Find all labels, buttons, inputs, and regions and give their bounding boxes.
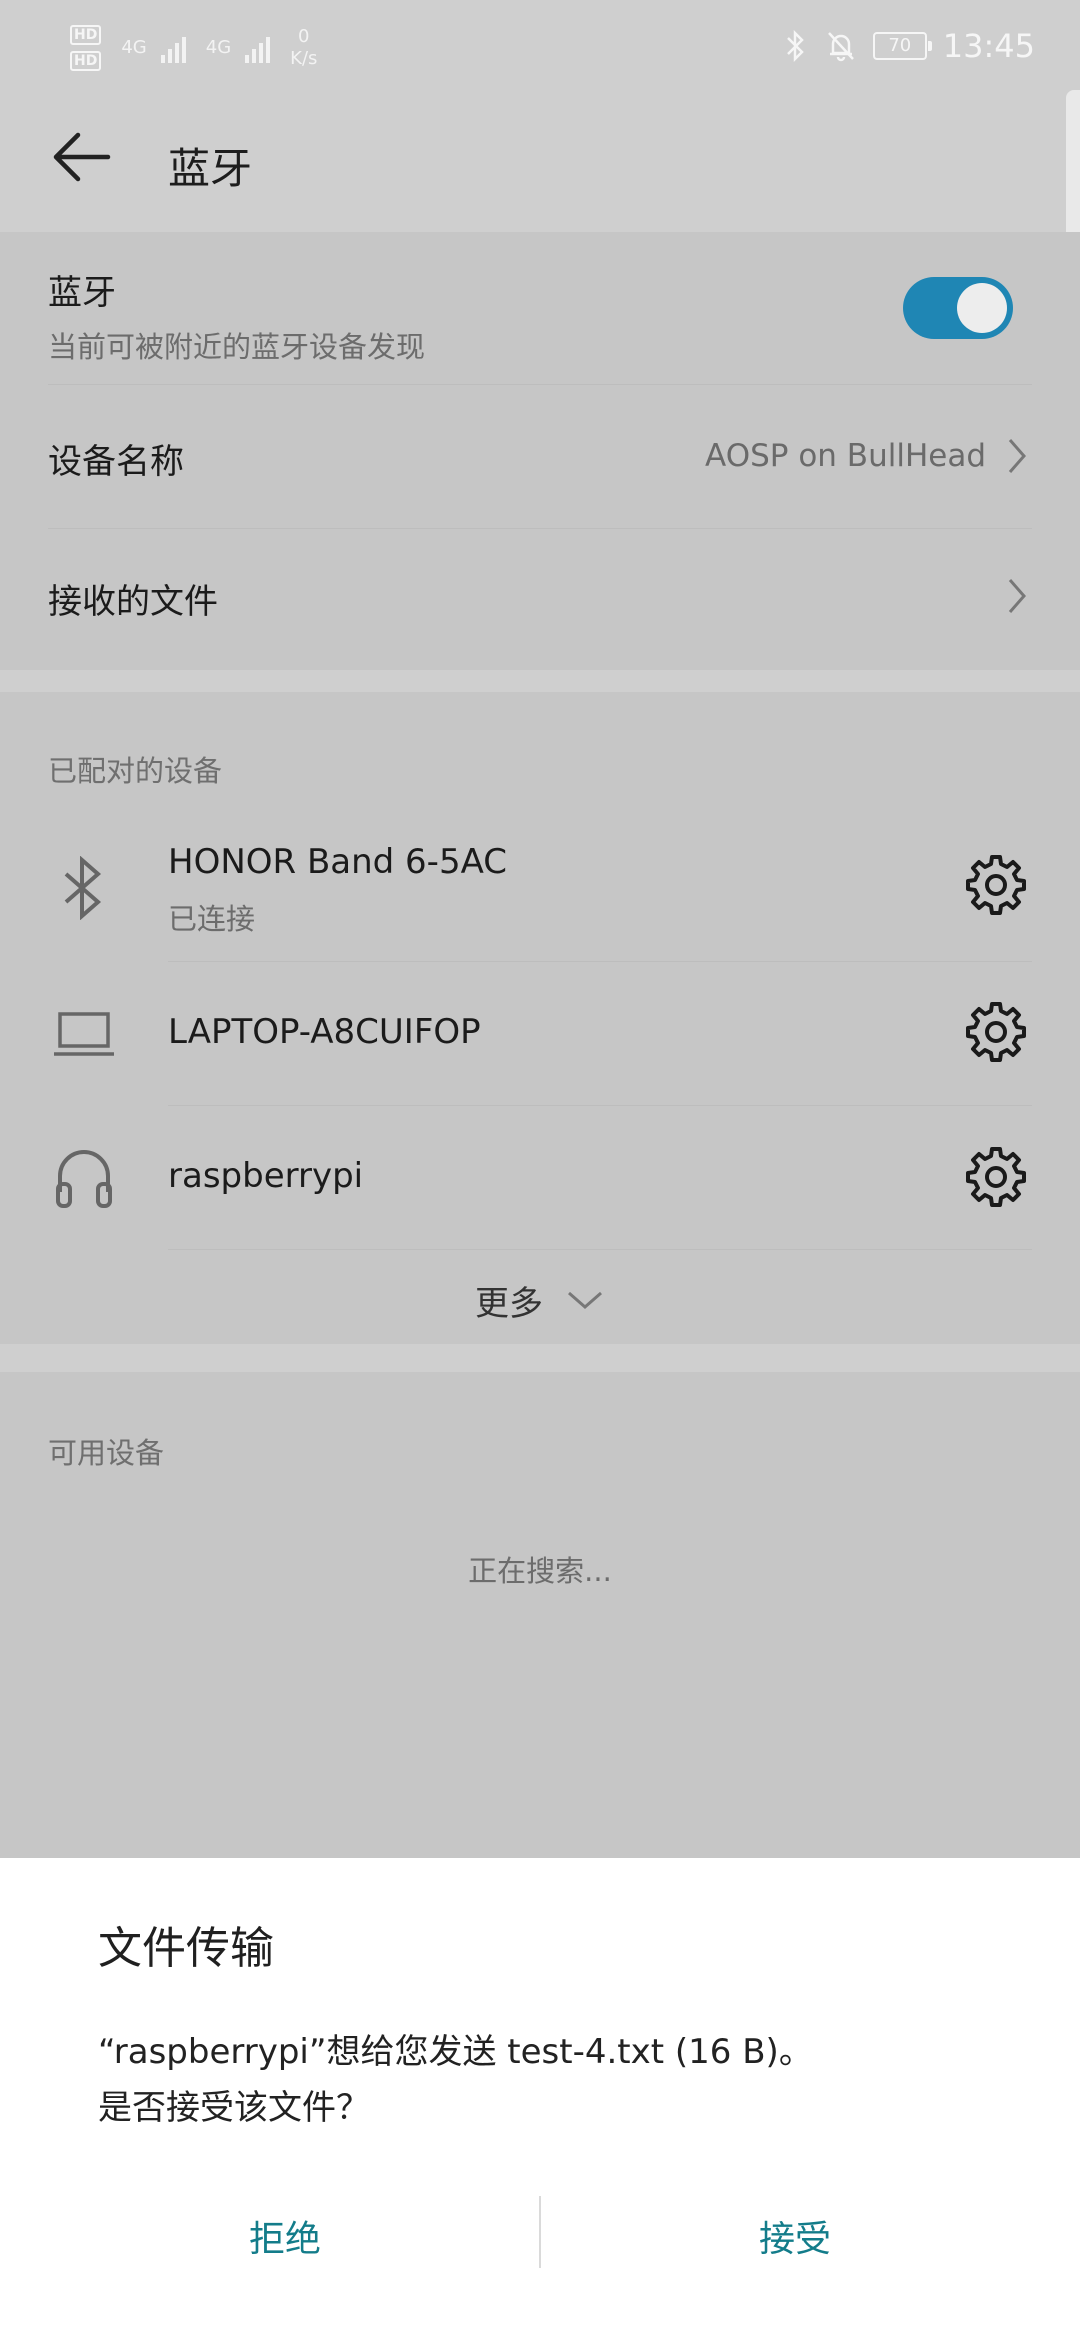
reject-button[interactable]: 拒绝 (130, 2200, 440, 2280)
network-type-2: 4G (205, 37, 232, 58)
more-button[interactable]: 更多 (440, 1270, 640, 1330)
bluetooth-title: 蓝牙 (48, 273, 116, 313)
gear-icon[interactable] (963, 999, 1029, 1065)
chevron-down-icon (568, 1291, 602, 1309)
paired-device-row[interactable]: raspberrypi (0, 1106, 1080, 1250)
device-name-value: AOSP on BullHead (705, 438, 986, 474)
received-files-label: 接收的文件 (48, 582, 218, 622)
network-speed-value: 0 (298, 26, 310, 47)
back-button[interactable] (50, 125, 114, 189)
status-left: HD HD 4G 4G 0 K/s (70, 18, 317, 78)
available-section-title: 可用设备 (48, 1436, 165, 1470)
dialog-message: “raspberrypi”想给您发送 test-4.txt (16 B)。 是否… (98, 2024, 998, 2136)
gear-icon[interactable] (963, 1144, 1029, 1210)
network-type-1: 4G (121, 37, 147, 58)
clock: 13:45 (942, 27, 1035, 65)
chevron-right-icon (1008, 439, 1026, 473)
received-files-row[interactable]: 接收的文件 (48, 534, 1032, 664)
divider (168, 1249, 1032, 1250)
battery-icon: 70 (872, 32, 932, 60)
gear-icon[interactable] (963, 852, 1029, 918)
divider (48, 528, 1032, 529)
mute-icon (827, 32, 854, 62)
network-speed: 0 K/s (290, 26, 317, 70)
laptop-icon (54, 1012, 114, 1056)
hd-icon: HD (70, 51, 102, 71)
network-speed-unit: K/s (290, 48, 318, 69)
hd-icon: HD (70, 25, 102, 45)
status-right: 70 13:45 (783, 20, 1035, 72)
headset-icon (56, 1150, 112, 1208)
paired-device-row[interactable]: LAPTOP-A8CUIFOP (0, 962, 1080, 1106)
hd-indicators: HD HD (70, 25, 102, 71)
searching-status: 正在搜索... (468, 1554, 612, 1588)
back-arrow-icon (53, 132, 111, 182)
dialog-title: 文件传输 (98, 1923, 274, 1974)
signal-icon (245, 33, 271, 63)
chevron-right-icon (1008, 579, 1026, 613)
device-name: HONOR Band 6-5AC (168, 842, 507, 882)
bluetooth-icon (64, 856, 102, 920)
paired-section-title: 已配对的设备 (48, 754, 223, 788)
bluetooth-status-icon (786, 29, 804, 63)
device-name: raspberrypi (168, 1156, 364, 1196)
dialog-message-line1: “raspberrypi”想给您发送 test-4.txt (16 B)。 (98, 2032, 813, 2072)
dialog-message-line2: 是否接受该文件？ (98, 2088, 370, 2128)
toggle-knob (957, 283, 1007, 333)
bluetooth-subtitle: 当前可被附近的蓝牙设备发现 (48, 330, 426, 364)
device-name-row[interactable]: 设备名称 AOSP on BullHead (48, 390, 1032, 528)
accept-button[interactable]: 接受 (640, 2200, 950, 2280)
bluetooth-toggle-switch[interactable] (903, 277, 1013, 339)
device-name: LAPTOP-A8CUIFOP (168, 1012, 481, 1052)
signal-icon (160, 33, 186, 63)
device-name-label: 设备名称 (48, 442, 184, 482)
more-label: 更多 (475, 1283, 543, 1324)
device-status: 已连接 (168, 902, 256, 936)
button-divider (539, 2196, 541, 2268)
bluetooth-toggle-row[interactable]: 蓝牙 当前可被附近的蓝牙设备发现 (48, 265, 868, 365)
page-title: 蓝牙 (168, 144, 253, 193)
paired-device-row[interactable]: HONOR Band 6-5AC 已连接 (0, 812, 1080, 960)
status-bar: HD HD 4G 4G 0 K/s 70 13:45 (0, 0, 1080, 90)
divider (48, 384, 1032, 385)
